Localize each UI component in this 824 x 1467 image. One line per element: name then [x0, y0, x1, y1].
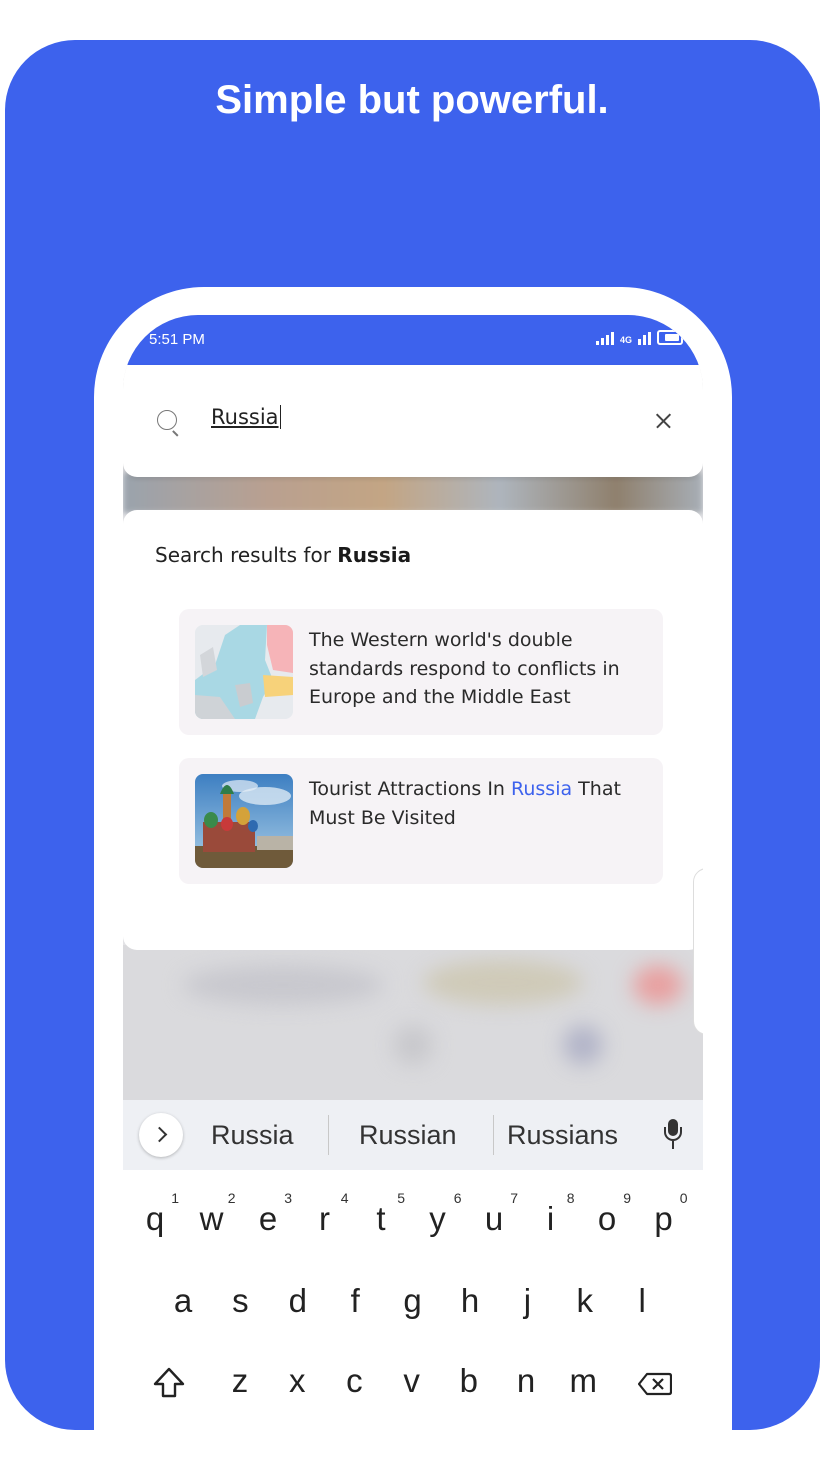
key-z[interactable]: z	[216, 1362, 264, 1400]
result-title-text: Tourist Attractions In	[309, 778, 512, 800]
europe-map-thumbnail	[195, 625, 293, 719]
chevron-right-icon[interactable]	[139, 1113, 183, 1157]
clear-search-icon[interactable]	[655, 413, 671, 429]
key-s[interactable]: s	[216, 1282, 264, 1320]
suggestion-russian[interactable]: Russian	[359, 1120, 457, 1151]
results-heading: Search results for Russia	[155, 543, 411, 567]
key-y[interactable]: y6	[414, 1190, 461, 1238]
suggestion-russia[interactable]: Russia	[211, 1120, 294, 1151]
backspace-icon[interactable]	[638, 1372, 672, 1396]
key-x[interactable]: x	[273, 1362, 321, 1400]
suggestion-divider	[328, 1115, 329, 1155]
search-icon	[157, 410, 177, 430]
key-v[interactable]: v	[388, 1362, 436, 1400]
result-title-highlight: Russia	[511, 778, 573, 800]
result-title: Tourist Attractions In Russia That Must …	[309, 775, 629, 832]
results-heading-query: Russia	[337, 543, 412, 567]
suggestion-russians[interactable]: Russians	[507, 1120, 618, 1151]
key-i[interactable]: i8	[527, 1190, 575, 1238]
key-g[interactable]: g	[389, 1282, 437, 1320]
result-title: The Western world's double standards res…	[309, 629, 620, 708]
search-results-panel: Search results for Russia The Western wo…	[123, 510, 703, 950]
signal-icon-2	[638, 331, 651, 345]
key-p[interactable]: p0	[640, 1190, 687, 1238]
key-b[interactable]: b	[445, 1362, 493, 1400]
shift-icon[interactable]	[151, 1365, 187, 1401]
phone-screen: 5:51 PM 4G Russia Search results for Rus…	[123, 315, 703, 1405]
microphone-icon[interactable]	[660, 1119, 686, 1151]
promo-headline: Simple but powerful.	[215, 78, 609, 122]
key-w[interactable]: w2	[188, 1190, 236, 1238]
key-u[interactable]: u7	[470, 1190, 518, 1238]
signal-icon	[595, 331, 614, 345]
status-bar: 5:51 PM 4G	[123, 315, 703, 365]
key-f[interactable]: f	[331, 1282, 379, 1320]
blurred-background	[123, 945, 703, 1100]
suggestion-divider	[493, 1115, 494, 1155]
key-q[interactable]: q1	[131, 1190, 179, 1238]
on-screen-keyboard: q1w2e3r4t5y6u7i8o9p0 asdfghjkl zxcvbnm	[123, 1170, 703, 1405]
keyboard-suggestion-bar: Russia Russian Russians	[123, 1100, 703, 1170]
key-c[interactable]: c	[330, 1362, 378, 1400]
search-bar: Russia	[123, 365, 703, 477]
key-h[interactable]: h	[446, 1282, 494, 1320]
result-card[interactable]: Tourist Attractions In Russia That Must …	[179, 758, 663, 884]
key-m[interactable]: m	[559, 1362, 607, 1400]
search-input[interactable]: Russia	[211, 405, 281, 429]
key-r[interactable]: r4	[301, 1190, 349, 1238]
key-a[interactable]: a	[159, 1282, 207, 1320]
key-j[interactable]: j	[503, 1282, 551, 1320]
status-time: 5:51 PM	[149, 331, 205, 348]
key-t[interactable]: t5	[357, 1190, 405, 1238]
background-content-blurred	[123, 473, 703, 513]
key-d[interactable]: d	[274, 1282, 322, 1320]
battery-icon	[657, 330, 683, 345]
result-card[interactable]: The Western world's double standards res…	[179, 609, 663, 735]
network-type: 4G	[619, 335, 632, 345]
key-k[interactable]: k	[561, 1282, 609, 1320]
key-l[interactable]: l	[618, 1282, 666, 1320]
st-basils-cathedral-thumbnail	[195, 774, 293, 868]
key-e[interactable]: e3	[244, 1190, 292, 1238]
results-heading-prefix: Search results for	[155, 543, 338, 567]
side-drawer-handle[interactable]	[693, 868, 703, 1035]
key-n[interactable]: n	[502, 1362, 550, 1400]
key-o[interactable]: o9	[583, 1190, 631, 1238]
